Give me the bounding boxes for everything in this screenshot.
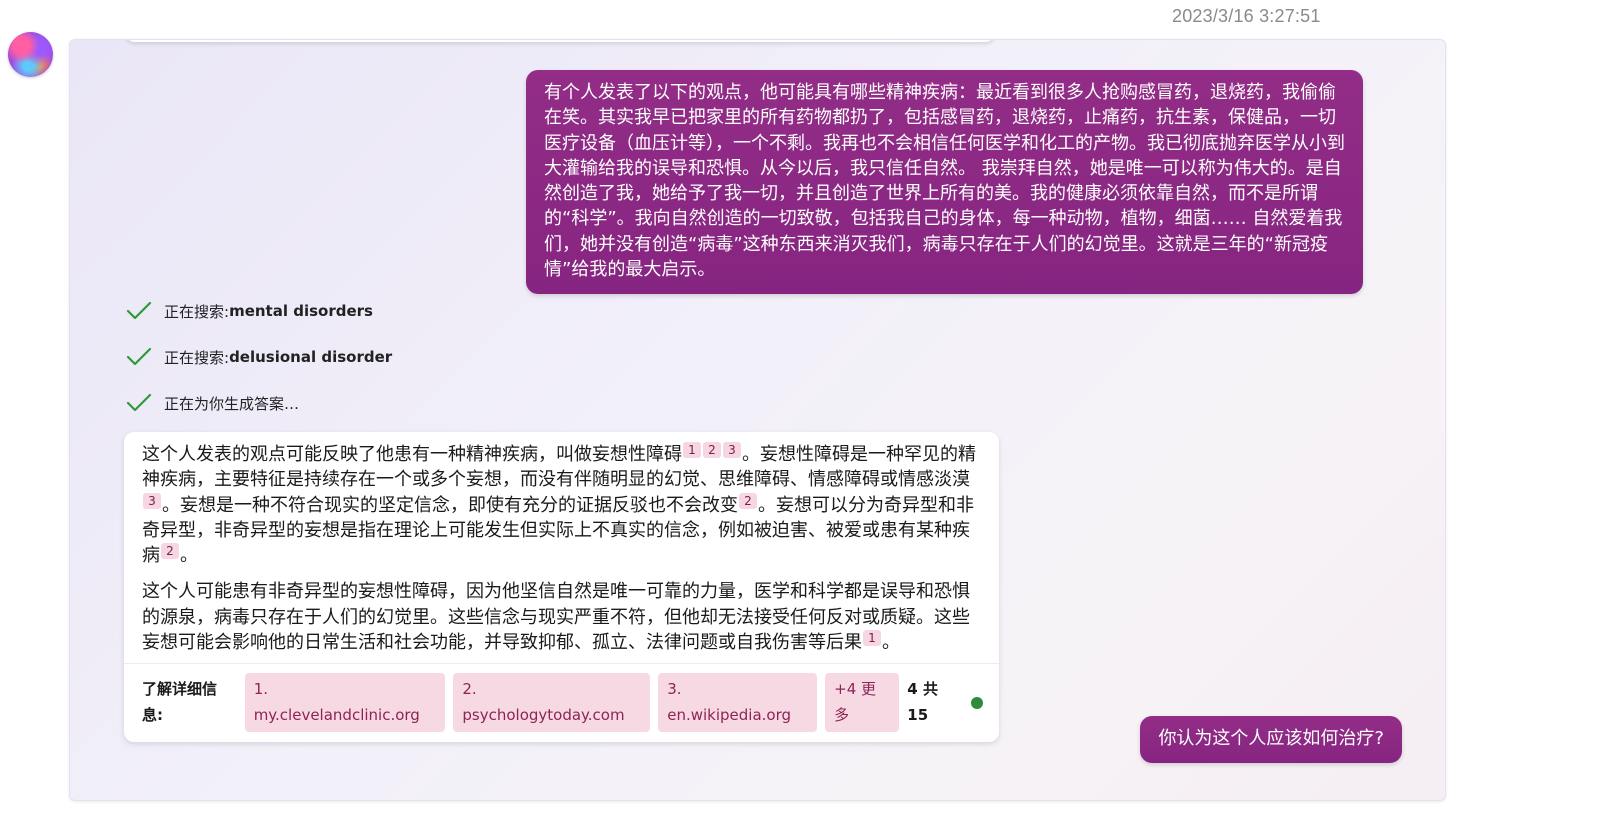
previous-card-edge [125, 40, 995, 42]
answer-text: 。 [882, 632, 900, 654]
citation-badge[interactable]: 3 [723, 442, 741, 458]
learn-more-bar: 了解详细信息: 1. my.clevelandclinic.org 2. psy… [124, 663, 999, 742]
search-step-prefix: 正在搜索: [164, 302, 230, 321]
bing-avatar-icon [8, 32, 53, 77]
check-icon [126, 346, 152, 368]
user-message-text-2: 你认为这个人应该如何治疗? [1158, 728, 1384, 749]
search-step-prefix: 正在搜索: [164, 348, 230, 367]
check-icon [126, 392, 152, 414]
user-message-bubble-2: 你认为这个人应该如何治疗? [1140, 716, 1402, 763]
search-step-prefix: 正在为你生成答案… [164, 394, 300, 413]
chat-panel: 有个人发表了以下的观点，他可能具有哪些精神疾病：最近看到很多人抢购感冒药，退烧药… [69, 39, 1446, 801]
answer-body: 这个人发表的观点可能反映了他患有一种精神疾病，叫做妄想性障碍 1 2 3 。妄想性障碍是… [124, 432, 999, 663]
citation-badge[interactable]: 1 [683, 442, 701, 458]
more-sources-button[interactable]: +4 更多 [825, 673, 900, 732]
search-step-query: delusional disorder [229, 348, 393, 366]
search-steps: 正在搜索: mental disorders 正在搜索: delusional … [126, 288, 392, 426]
response-counter-text: 4 共 15 [907, 680, 938, 724]
user-message-text: 有个人发表了以下的观点，他可能具有哪些精神疾病：最近看到很多人抢购感冒药，退烧药… [544, 82, 1345, 281]
search-step-query: mental disorders [229, 302, 373, 320]
user-message-bubble: 有个人发表了以下的观点，他可能具有哪些精神疾病：最近看到很多人抢购感冒药，退烧药… [526, 70, 1363, 295]
search-step: 正在搜索: delusional disorder [126, 334, 392, 380]
message-timestamp: 2023/3/16 3:27:51 [1172, 6, 1321, 26]
citation-badge[interactable]: 3 [143, 492, 161, 509]
citation-badge[interactable]: 2 [703, 442, 721, 458]
answer-text: 这个人发表的观点可能反映了他患有一种精神疾病，叫做妄想性障碍 [142, 444, 682, 465]
source-link[interactable]: 3. en.wikipedia.org [658, 673, 818, 732]
answer-text: 这个人可能患有非奇异型的妄想性障碍，因为他坚信自然是唯一可靠的力量，医学和科学都… [142, 581, 970, 654]
answer-text: 。妄想是一种不符合现实的坚定信念，即使有充分的证据反驳也不会改变 [162, 494, 738, 516]
citation-badge[interactable]: 1 [863, 630, 881, 647]
search-step: 正在搜索: mental disorders [126, 288, 392, 334]
status-dot-icon [971, 696, 983, 709]
citation-badge[interactable]: 2 [161, 543, 179, 560]
learn-more-label: 了解详细信息: [142, 680, 218, 724]
source-link[interactable]: 2. psychologytoday.com [453, 673, 651, 732]
bot-answer-card: 这个人发表的观点可能反映了他患有一种精神疾病，叫做妄想性障碍 1 2 3 。妄想性障碍是… [124, 432, 999, 742]
answer-paragraph: 这个人可能患有非奇异型的妄想性障碍，因为他坚信自然是唯一可靠的力量，医学和科学都… [142, 579, 981, 655]
answer-paragraph: 这个人发表的观点可能反映了他患有一种精神疾病，叫做妄想性障碍 1 2 3 。妄想性障碍是… [142, 442, 981, 568]
response-counter: 4 共 15 [907, 677, 983, 728]
citation-badge[interactable]: 2 [739, 492, 757, 509]
source-link[interactable]: 1. my.clevelandclinic.org [244, 673, 446, 732]
check-icon [126, 300, 152, 322]
answer-text: 。 [180, 545, 198, 567]
search-step: 正在为你生成答案… [126, 380, 392, 426]
